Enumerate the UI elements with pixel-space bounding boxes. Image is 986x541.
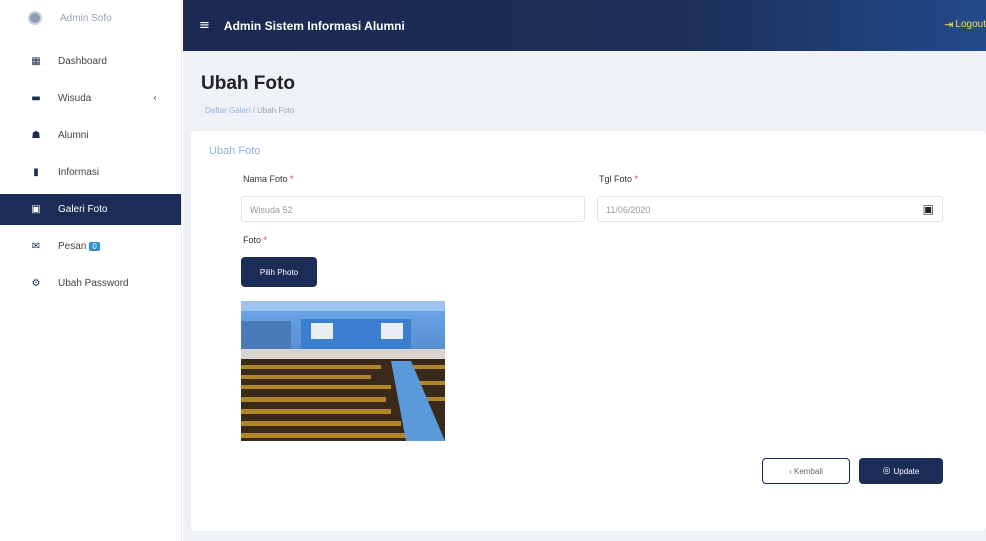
- logout-icon: ⇥: [944, 18, 954, 31]
- tgl-foto-label: Tgl Foto *: [599, 174, 638, 184]
- sidebar-item-pesan[interactable]: ✉ Pesan 0: [0, 231, 181, 262]
- graduation-hall-photo: [241, 301, 445, 441]
- calendar-icon[interactable]: ▣: [923, 202, 934, 216]
- breadcrumb-link-galeri[interactable]: Daftar Galeri: [205, 106, 250, 115]
- edit-photo-card: Ubah Foto Nama Foto * Wisuda 52 Tgl Foto…: [191, 131, 986, 531]
- mail-icon: ✉: [31, 241, 41, 252]
- breadcrumb: Daftar Galeri / Ubah Foto: [205, 106, 294, 115]
- grid-icon: ▦: [31, 56, 41, 67]
- chevron-left-icon: ‹: [153, 93, 157, 104]
- topbar: ≡ Admin Sistem Informasi Alumni ⇥ Logout: [183, 0, 986, 51]
- users-icon: ☗: [31, 130, 41, 141]
- required-mark: *: [634, 174, 639, 184]
- card-title: Ubah Foto: [209, 145, 261, 157]
- sidebar-nav: ▦ Dashboard ▬ Wisuda ‹ ☗ Alumni ▮ Inform…: [0, 46, 181, 299]
- nama-foto-label: Nama Foto *: [243, 174, 294, 184]
- main-content: Ubah Foto Daftar Galeri / Ubah Foto Ubah…: [183, 51, 986, 541]
- photo-preview: [241, 301, 445, 441]
- sidebar-item-galeri-foto[interactable]: ▣ Galeri Foto: [0, 194, 181, 225]
- sidebar-item-label: Ubah Password: [58, 278, 129, 289]
- file-icon: ▮: [33, 167, 39, 178]
- nama-foto-value: Wisuda 52: [250, 205, 293, 215]
- page-title: Ubah Foto: [201, 73, 295, 94]
- sidebar-item-alumni[interactable]: ☗ Alumni: [0, 120, 181, 151]
- required-mark: *: [290, 174, 294, 184]
- sidebar-item-label: Wisuda: [58, 93, 92, 104]
- save-icon: ◎: [882, 466, 891, 476]
- sidebar-item-informasi[interactable]: ▮ Informasi: [0, 157, 181, 188]
- pick-photo-button[interactable]: Pilih Photo: [241, 257, 317, 287]
- foto-label-text: Foto: [243, 235, 262, 245]
- nama-foto-input[interactable]: Wisuda 52: [241, 196, 585, 222]
- logout-label: Logout: [955, 19, 986, 30]
- update-button[interactable]: ◎ Update: [859, 458, 943, 484]
- sidebar: Admin Sofo ▦ Dashboard ▬ Wisuda ‹ ☗ Alum…: [0, 0, 182, 541]
- logout-link[interactable]: ⇥ Logout: [944, 18, 986, 31]
- message-count-badge: 0: [89, 242, 100, 251]
- sidebar-item-ubah-password[interactable]: ⚙ Ubah Password: [0, 268, 181, 299]
- sidebar-item-dashboard[interactable]: ▦ Dashboard: [0, 46, 181, 77]
- gear-icon: ⚙: [31, 278, 41, 289]
- sidebar-item-label: Informasi: [58, 167, 100, 178]
- tgl-foto-value: 11/06/2020: [606, 205, 651, 215]
- update-label: Update: [893, 466, 920, 476]
- sidebar-item-label: Pesan: [58, 241, 87, 252]
- sidebar-item-wisuda[interactable]: ▬ Wisuda ‹: [0, 83, 181, 114]
- sidebar-item-label: Galeri Foto: [58, 204, 108, 215]
- tgl-foto-label-text: Tgl Foto: [599, 174, 633, 184]
- tgl-foto-input[interactable]: 11/06/2020 ▣: [597, 196, 943, 222]
- graduation-cap-icon: ▬: [31, 93, 41, 104]
- brand-name: Admin Sofo: [60, 12, 112, 24]
- sidebar-item-label: Alumni: [58, 130, 89, 141]
- app-title: Admin Sistem Informasi Alumni: [223, 18, 405, 33]
- nama-foto-label-text: Nama Foto: [243, 174, 288, 184]
- sidebar-item-label: Dashboard: [58, 56, 107, 67]
- foto-label: Foto *: [243, 235, 267, 245]
- breadcrumb-current: Ubah Foto: [257, 106, 295, 115]
- menu-toggle-icon[interactable]: ≡: [199, 18, 210, 33]
- required-mark: *: [263, 235, 268, 245]
- avatar: [28, 11, 42, 25]
- image-icon: ▣: [31, 204, 41, 215]
- brand: Admin Sofo: [0, 0, 181, 36]
- back-button[interactable]: ‹ Kembali: [762, 458, 850, 484]
